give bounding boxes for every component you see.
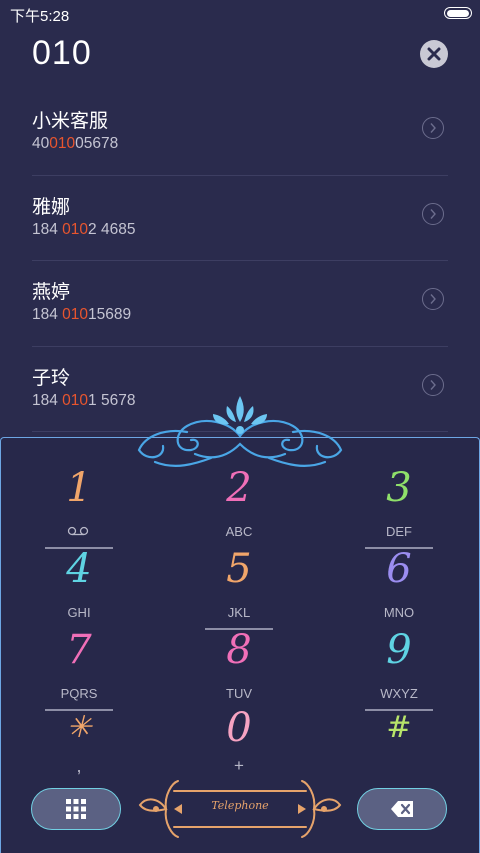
key-7[interactable]: 7 PQRS — [9, 627, 149, 711]
key-8[interactable]: 8 TUV — [169, 627, 309, 708]
key-letters: DEF — [386, 524, 412, 539]
key-digit: # — [386, 710, 412, 745]
key-6[interactable]: 6 MNO — [329, 546, 469, 627]
close-icon — [427, 47, 441, 61]
key-digit: 5 — [226, 546, 252, 592]
key-letters: , — [76, 756, 82, 776]
key-1[interactable]: 1 — [9, 465, 149, 549]
key-0[interactable]: 0 + — [169, 705, 309, 786]
flourish-ornament — [137, 396, 343, 467]
contact-name: 雅娜 — [32, 195, 71, 218]
key-digit: 1 — [66, 465, 92, 511]
contact-detail-button[interactable] — [422, 117, 444, 139]
dialer-action-bar: Telephone — [0, 780, 480, 838]
key-letters: JKL — [227, 605, 251, 620]
key-digit: 6 — [386, 546, 412, 592]
key-letters: PQRS — [60, 686, 98, 701]
chevron-right-icon — [430, 208, 436, 219]
key-digit: 0 — [226, 705, 252, 751]
contact-number: 184 01015689 — [32, 306, 132, 323]
contact-name: 子玲 — [32, 366, 71, 389]
key-9[interactable]: 9 WXYZ — [329, 627, 469, 711]
key-4[interactable]: 4 GHI — [9, 546, 149, 627]
key-2[interactable]: 2 ABC — [169, 465, 309, 546]
key-letters: WXYZ — [380, 686, 418, 701]
key-star[interactable]: ✳ , — [9, 706, 149, 786]
contact-number: 184 0101 5678 — [32, 391, 136, 409]
key-digit: 4 — [66, 546, 92, 592]
contact-result-item[interactable]: 燕婷 184 01015689 — [32, 261, 448, 347]
number-match-highlight: 010 — [62, 391, 89, 409]
key-digit: 3 — [386, 465, 412, 511]
chevron-right-icon — [430, 379, 436, 390]
key-letters: GHI — [67, 605, 91, 620]
call-button[interactable]: Telephone — [136, 779, 344, 839]
voicemail-icon — [67, 526, 89, 536]
clear-button[interactable] — [420, 40, 448, 68]
contact-detail-button[interactable] — [422, 373, 444, 396]
contact-result-item[interactable]: 小米客服 4001005678 — [32, 90, 448, 176]
contact-name: 小米客服 — [32, 110, 109, 132]
number-match-highlight: 010 — [62, 306, 89, 323]
keypad-grid-icon — [66, 799, 86, 819]
chevron-right-icon — [430, 294, 436, 304]
key-digit: 7 — [66, 627, 92, 673]
contact-results-list: 小米客服 4001005678 雅娜 184 0102 4685 燕婷 184 … — [32, 90, 448, 432]
key-letters: + — [234, 756, 244, 775]
battery-icon — [444, 7, 472, 19]
status-bar: 下午5:28 — [0, 0, 480, 26]
backspace-button[interactable] — [357, 788, 447, 830]
key-letters: TUV — [226, 686, 252, 701]
key-digit: 9 — [386, 627, 412, 673]
contact-detail-button[interactable] — [422, 288, 444, 310]
keypad-toggle-button[interactable] — [31, 788, 121, 830]
key-letters: MNO — [383, 605, 415, 620]
key-letters: ABC — [225, 524, 253, 539]
number-match-highlight: 010 — [62, 220, 89, 238]
contact-number: 4001005678 — [32, 135, 119, 152]
key-5[interactable]: 5 JKL — [169, 546, 309, 630]
backspace-icon — [391, 801, 413, 817]
key-hash[interactable]: # — [329, 706, 469, 786]
dialed-number: 010 — [32, 34, 92, 72]
key-digit: 8 — [226, 627, 252, 673]
key-3[interactable]: 3 DEF — [329, 465, 469, 549]
status-time: 下午5:28 — [10, 8, 70, 25]
contact-result-item[interactable]: 雅娜 184 0102 4685 — [32, 176, 448, 261]
key-digit: ✳ — [66, 710, 92, 745]
contact-number: 184 0102 4685 — [32, 220, 136, 238]
contact-detail-button[interactable] — [422, 202, 444, 225]
call-button-label: Telephone — [211, 799, 269, 812]
contact-name: 燕婷 — [32, 281, 71, 303]
chevron-right-icon — [430, 123, 436, 133]
number-match-highlight: 010 — [49, 135, 76, 152]
